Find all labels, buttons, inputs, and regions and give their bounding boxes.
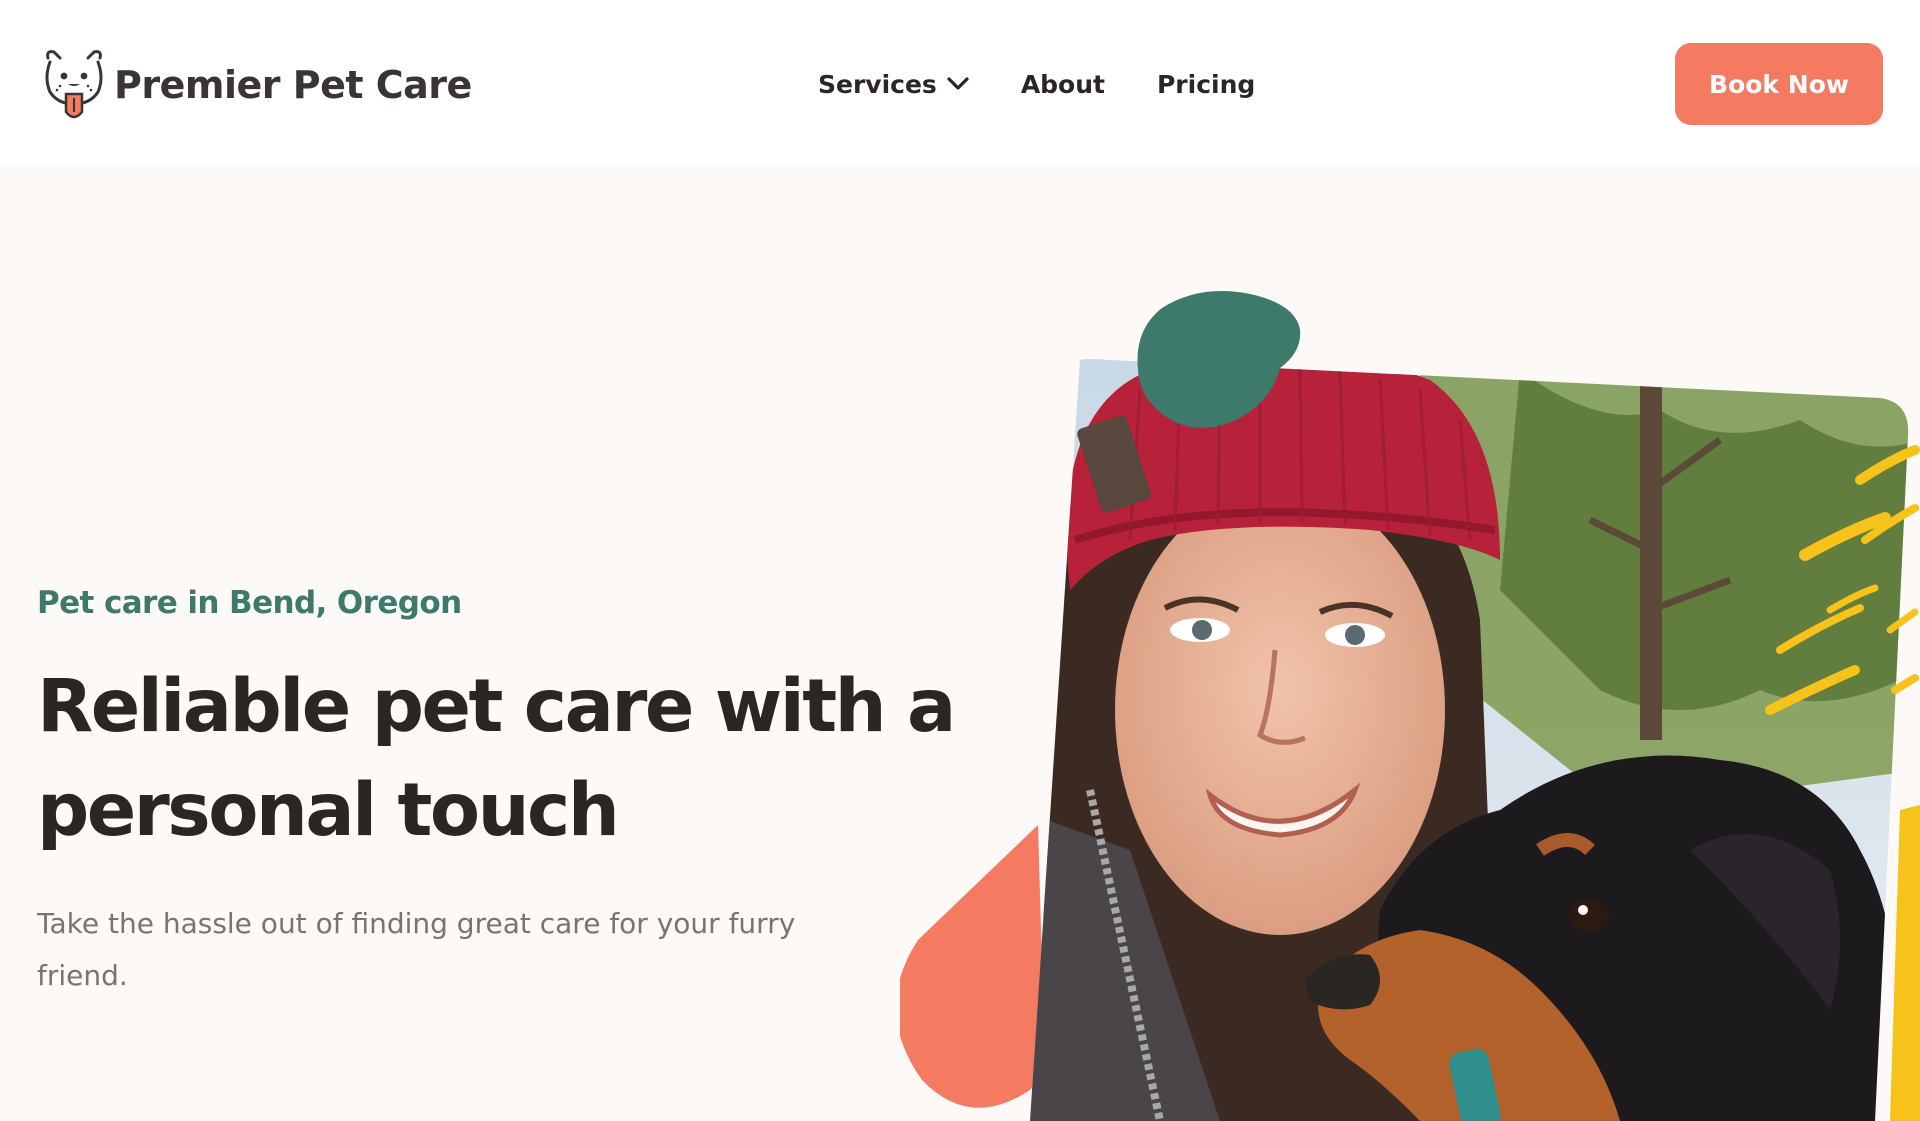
nav-item-services[interactable]: Services bbox=[818, 70, 969, 99]
coral-blob-decoration bbox=[900, 825, 1045, 1108]
hero-title: Reliable pet care with a personal touch bbox=[37, 664, 956, 853]
book-now-button[interactable]: Book Now bbox=[1675, 43, 1883, 125]
chevron-down-icon bbox=[947, 77, 969, 90]
hero-photo-composition bbox=[900, 290, 1920, 1121]
site-header: Premier Pet Care Services About Pricing … bbox=[0, 0, 1920, 166]
brand-logo-link[interactable]: Premier Pet Care bbox=[42, 48, 472, 122]
nav-item-pricing[interactable]: Pricing bbox=[1157, 70, 1255, 99]
yellow-stripe-decoration bbox=[1890, 805, 1920, 1121]
hero-subtitle: Take the hassle out of finding great car… bbox=[37, 907, 796, 992]
main-nav: Services About Pricing bbox=[818, 64, 1255, 104]
dog-face-icon bbox=[45, 50, 103, 119]
nav-item-about[interactable]: About bbox=[1021, 70, 1105, 99]
brand-name: Premier Pet Care bbox=[114, 63, 472, 107]
nav-item-label: Services bbox=[818, 69, 937, 99]
photo-woman-with-dog bbox=[1030, 359, 1909, 1121]
hero-eyebrow: Pet care in Bend, Oregon bbox=[37, 585, 462, 621]
